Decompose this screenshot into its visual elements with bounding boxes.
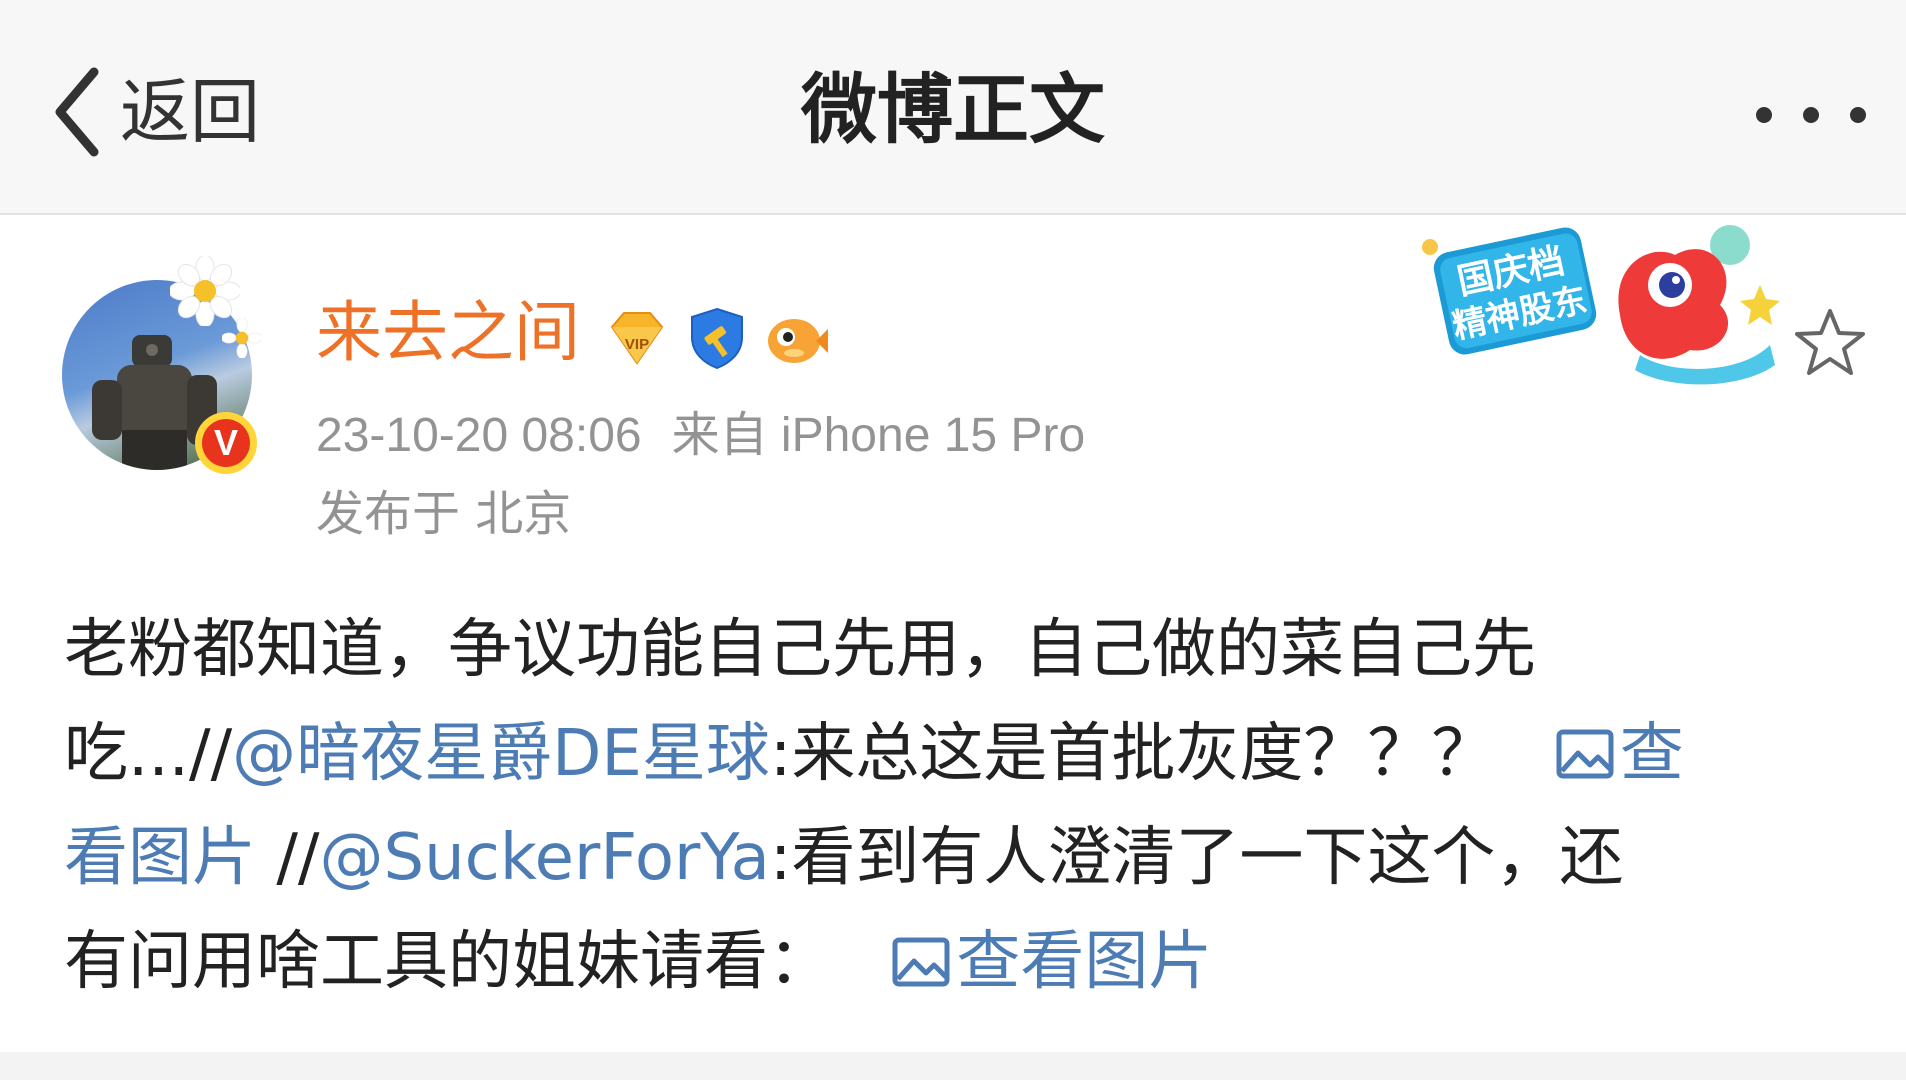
daisy-flower-icon bbox=[222, 318, 262, 358]
image-icon bbox=[892, 937, 950, 987]
verified-badge-icon: V bbox=[195, 412, 257, 474]
post-meta: 23-10-20 08:06 来自 iPhone 15 Pro bbox=[316, 412, 1085, 460]
mention-link[interactable]: @SuckerForYa bbox=[319, 821, 769, 895]
promo-banner[interactable]: 国庆档 精神股东 bbox=[1420, 225, 1790, 390]
daisy-flower-icon bbox=[170, 256, 240, 326]
favorite-star-icon[interactable] bbox=[1792, 305, 1868, 381]
more-dots-icon bbox=[1756, 107, 1772, 123]
mascot-icon bbox=[1618, 249, 1780, 385]
post-line: 吃...//@暗夜星爵DE星球:来总这是首批灰度？？？ 查 bbox=[64, 702, 1864, 806]
bottom-divider bbox=[0, 1052, 1906, 1080]
view-image-link-continued[interactable]: 看图片 bbox=[64, 821, 256, 895]
view-image-link[interactable]: 查看图片 bbox=[892, 925, 1212, 999]
post-location: 发布于 北京 bbox=[316, 486, 572, 542]
image-icon bbox=[1556, 729, 1614, 779]
post-text-segment: // bbox=[256, 821, 320, 895]
author-name[interactable]: 来去之间 bbox=[316, 300, 580, 366]
post-text-segment: :来总这是首批灰度？？？ bbox=[769, 717, 1496, 791]
view-image-link[interactable]: 查 bbox=[1556, 717, 1684, 791]
post-text-segment: 老粉都知道，争议功能自己先用，自己做的菜自己先 bbox=[64, 613, 1536, 687]
post-source: 来自 iPhone 15 Pro bbox=[671, 409, 1086, 462]
pufferfish-icon[interactable] bbox=[764, 305, 830, 371]
vip-diamond-icon[interactable]: VIP bbox=[604, 305, 670, 371]
view-image-label: 查看图片 bbox=[956, 925, 1213, 999]
badge-row: VIP bbox=[604, 305, 830, 371]
post-line: 看图片 //@SuckerForYa:看到有人澄清了一下这个，还 bbox=[64, 806, 1864, 910]
blue-shield-icon[interactable] bbox=[684, 305, 750, 371]
more-options-button[interactable] bbox=[1756, 95, 1866, 135]
post-text-segment: 有问用啥工具的姐妹请看： bbox=[64, 925, 832, 999]
post-line: 有问用啥工具的姐妹请看： 查看图片 bbox=[64, 910, 1864, 1014]
more-dots-icon bbox=[1850, 107, 1866, 123]
view-image-label: 查 bbox=[1619, 717, 1684, 791]
more-dots-icon bbox=[1803, 107, 1819, 123]
post-text-segment: 吃...// bbox=[64, 717, 233, 791]
mention-link[interactable]: @暗夜星爵DE星球 bbox=[232, 717, 770, 791]
post-timestamp: 23-10-20 08:06 bbox=[316, 409, 642, 462]
post-text-segment: :看到有人澄清了一下这个，还 bbox=[769, 821, 1624, 895]
post-line: 老粉都知道，争议功能自己先用，自己做的菜自己先 bbox=[64, 598, 1864, 702]
page-title: 微博正文 bbox=[801, 65, 1105, 154]
svg-text:VIP: VIP bbox=[625, 336, 649, 353]
top-nav-bar: 返回 微博正文 bbox=[0, 0, 1906, 215]
post-text: 老粉都知道，争议功能自己先用，自己做的菜自己先 吃...//@暗夜星爵DE星球:… bbox=[64, 598, 1864, 1014]
